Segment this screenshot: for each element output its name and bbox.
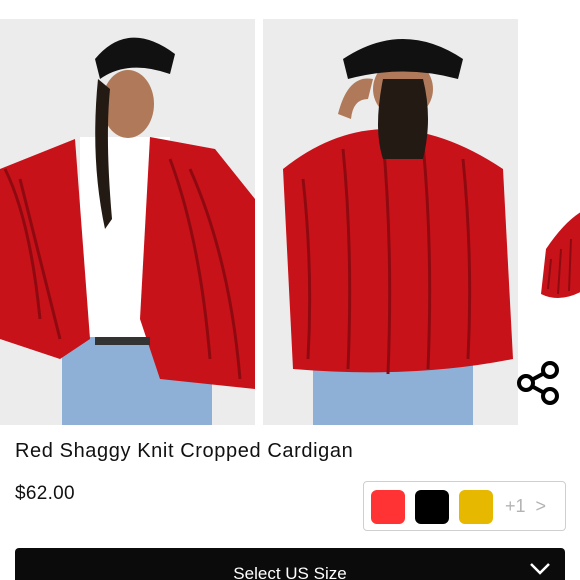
color-swatch-selector: +1 > [363, 481, 566, 531]
product-image-back[interactable] [263, 19, 518, 425]
color-swatch-red[interactable] [371, 490, 405, 524]
color-swatch-yellow[interactable] [459, 490, 493, 524]
chevron-right-icon: > [535, 496, 547, 516]
product-image-gallery[interactable] [0, 0, 580, 425]
more-colors-button[interactable]: +1 > [505, 496, 546, 517]
product-price: $62.00 [15, 483, 75, 504]
chevron-down-icon [530, 563, 550, 575]
product-image-front[interactable] [0, 19, 255, 425]
more-colors-count: +1 [505, 496, 526, 516]
color-swatch-black[interactable] [415, 490, 449, 524]
share-icon[interactable] [514, 359, 562, 407]
product-title: Red Shaggy Knit Cropped Cardigan [15, 440, 354, 462]
select-size-dropdown[interactable]: Select US Size [15, 548, 565, 580]
select-size-label: Select US Size [233, 564, 347, 580]
